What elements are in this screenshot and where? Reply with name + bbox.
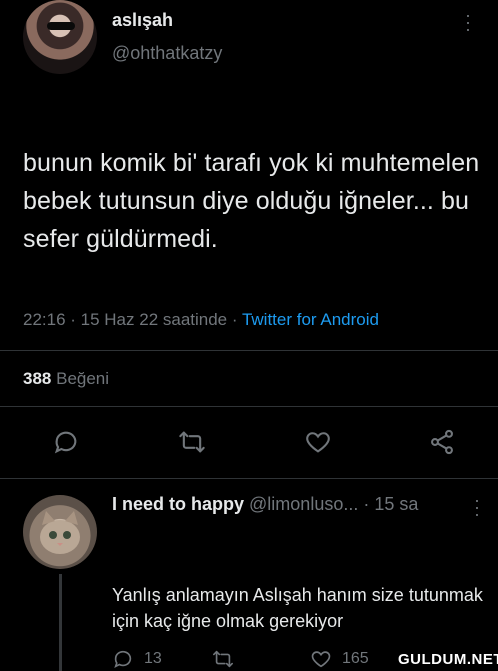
tweet-source[interactable]: Twitter for Android xyxy=(242,310,379,329)
divider xyxy=(0,406,498,407)
likes-label: Beğeni xyxy=(56,369,110,388)
likes-number: 388 xyxy=(23,369,52,388)
likes-count[interactable]: 388 Beğeni xyxy=(23,369,109,389)
share-icon[interactable] xyxy=(428,428,456,456)
reply-reply-button[interactable]: 13 xyxy=(112,648,162,670)
reply-count: 13 xyxy=(144,650,162,667)
tweet-meta: 22:16 · 15 Haz 22 saatinde · Twitter for… xyxy=(23,310,379,330)
more-icon[interactable]: · · · xyxy=(472,491,482,523)
author-name[interactable]: aslışah xyxy=(112,10,173,31)
divider xyxy=(0,478,498,479)
reply-like-button[interactable]: 165 xyxy=(310,648,369,670)
reply-author-handle[interactable]: @limonluso... xyxy=(249,494,358,514)
tweet-timestamp[interactable]: 22:16 · 15 Haz 22 saatinde · xyxy=(23,310,242,329)
reply-avatar[interactable] xyxy=(23,495,97,569)
avatar[interactable] xyxy=(23,0,97,74)
like-icon xyxy=(311,651,331,668)
more-icon[interactable]: · · · xyxy=(463,6,473,38)
divider xyxy=(0,350,498,351)
retweet-icon[interactable] xyxy=(178,428,206,456)
retweet-icon xyxy=(213,650,233,668)
reply-header: I need to happy @limonluso... · 15 sa xyxy=(112,494,418,515)
reply-text: Yanlış anlamayın Aslışah hanım size tutu… xyxy=(112,585,483,631)
reply-time[interactable]: · 15 sa xyxy=(363,494,418,514)
reply-retweet-button[interactable] xyxy=(212,648,234,670)
like-icon[interactable] xyxy=(304,428,332,456)
watermark: GULDUM.NET xyxy=(398,651,498,668)
reply-icon xyxy=(114,650,132,668)
reply-author-name[interactable]: I need to happy xyxy=(112,494,244,514)
thread-line xyxy=(59,574,62,671)
reply-icon[interactable] xyxy=(52,428,80,456)
tweet-text: bunun komik bi' tarafı yok ki muhtemelen… xyxy=(23,149,480,253)
author-handle[interactable]: @ohthatkatzy xyxy=(112,43,222,64)
like-count: 165 xyxy=(342,650,369,667)
